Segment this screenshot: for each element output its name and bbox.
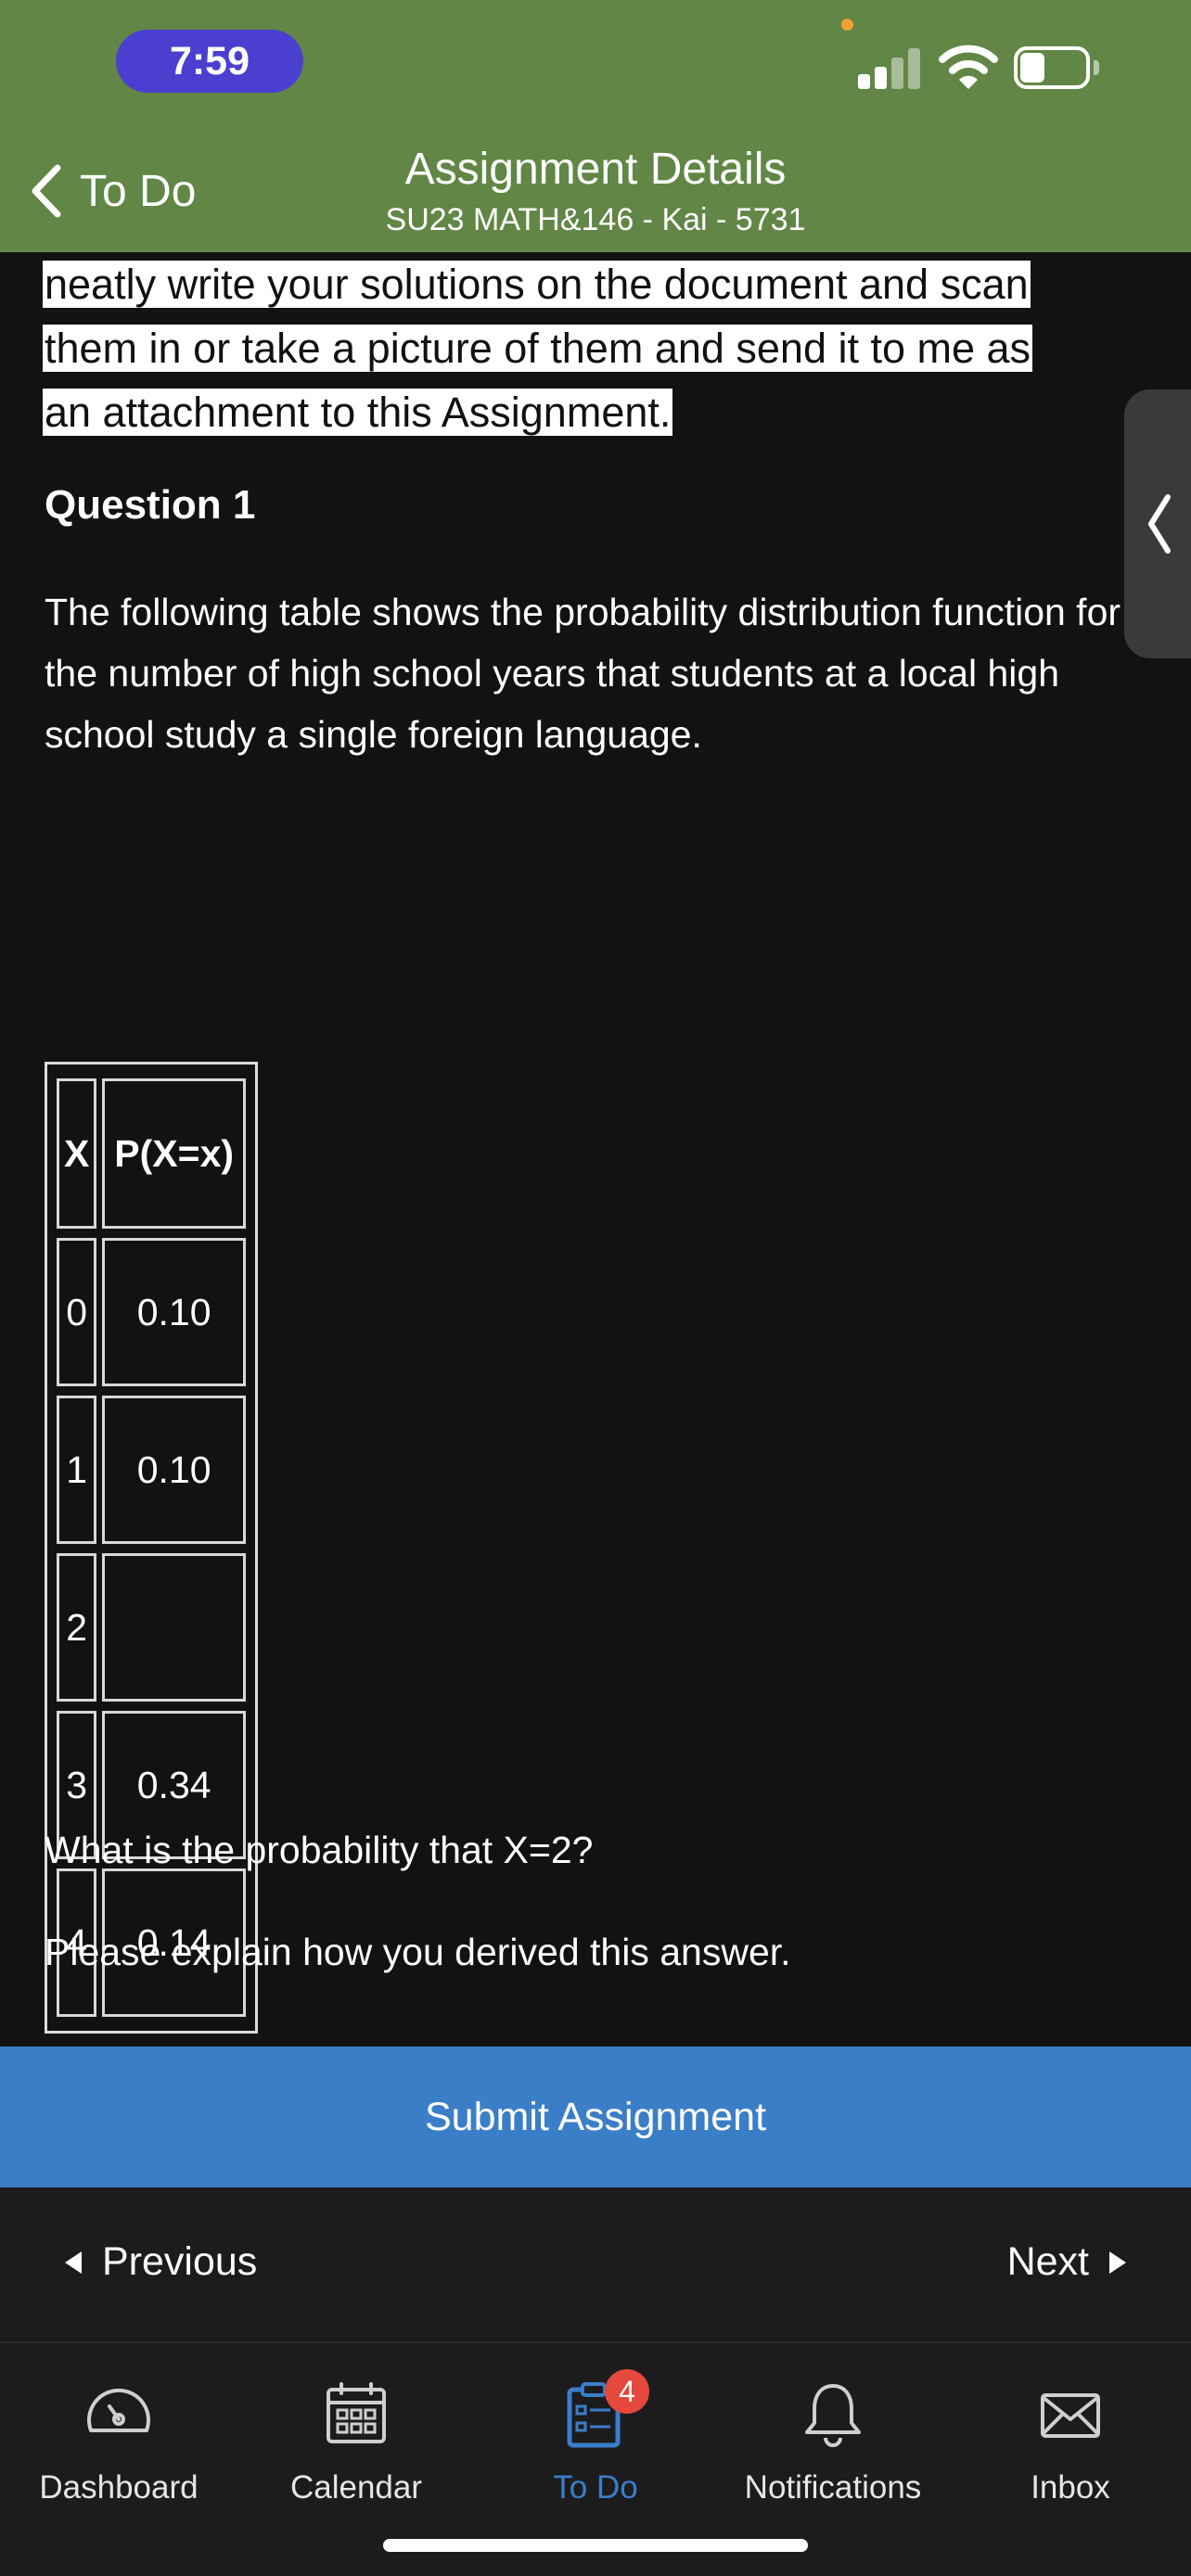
- table-cell-p: 0.10: [102, 1238, 246, 1386]
- tab-label: To Do: [553, 2469, 638, 2506]
- chevron-left-icon: [1148, 494, 1171, 554]
- tab-todo[interactable]: 4 To Do: [477, 2362, 714, 2510]
- app-header: 7:59 To Do Assignment Details SU23 MATH&…: [0, 0, 1191, 252]
- todo-count-badge: 4: [605, 2369, 649, 2414]
- page-title: Assignment Details: [404, 145, 787, 194]
- previous-label: Previous: [102, 2239, 258, 2284]
- answer-question: What is the probability that X=2?: [45, 1829, 594, 1871]
- table-header-p: P(X=x): [102, 1078, 246, 1229]
- side-drawer-handle[interactable]: [1124, 389, 1191, 658]
- tab-label: Notifications: [744, 2469, 922, 2506]
- tab-label: Inbox: [1031, 2469, 1110, 2506]
- clipboard-icon-wrap: 4: [558, 2369, 649, 2451]
- assignment-content[interactable]: neatly write your solutions on the docum…: [0, 252, 1191, 2047]
- previous-button[interactable]: Previous: [65, 2239, 257, 2285]
- highlighted-line: them in or take a picture of them and se…: [43, 325, 1033, 372]
- table-cell-p: 0.10: [102, 1396, 246, 1544]
- tab-notifications[interactable]: Notifications: [714, 2362, 952, 2510]
- triangle-left-icon: [65, 2251, 82, 2274]
- status-time: 7:59: [116, 30, 303, 93]
- table-header-x: X: [57, 1078, 97, 1229]
- bell-icon: [805, 2384, 861, 2447]
- submit-assignment-label: Submit Assignment: [424, 2094, 767, 2139]
- gauge-icon: [87, 2388, 150, 2432]
- highlighted-instructions: neatly write your solutions on the docum…: [43, 252, 1100, 444]
- probability-table: X P(X=x) 0 0.10 1 0.10 2 3 0.34 4 0.14: [45, 1062, 258, 2034]
- pager-bar: Previous Next: [0, 2187, 1191, 2343]
- tab-calendar[interactable]: Calendar: [237, 2362, 475, 2510]
- triangle-right-icon: [1109, 2251, 1126, 2274]
- table-row: 1 0.10: [57, 1396, 246, 1544]
- tab-label: Dashboard: [39, 2469, 198, 2506]
- table-row: 0 0.10: [57, 1238, 246, 1386]
- wifi-icon: [939, 45, 998, 89]
- table-header-row: X P(X=x): [57, 1078, 246, 1229]
- table-cell-p: [102, 1553, 246, 1702]
- calendar-icon: [327, 2382, 386, 2443]
- question-text: The following table shows the probabilit…: [45, 591, 1121, 756]
- explain-instruction: Please explain how you derived this answ…: [45, 1931, 791, 1973]
- highlighted-line: an attachment to this Assignment.: [43, 389, 673, 436]
- tab-label: Calendar: [289, 2469, 423, 2506]
- question-title: Question 1: [45, 482, 256, 528]
- course-subtitle: SU23 MATH&146 - Kai - 5731: [385, 202, 806, 237]
- table-row: 2: [57, 1553, 246, 1702]
- table-cell-x: 1: [57, 1396, 97, 1544]
- table-cell-x: 0: [57, 1238, 97, 1386]
- next-button[interactable]: Next: [1007, 2239, 1126, 2285]
- privacy-indicator-dot: [841, 19, 853, 31]
- cellular-signal-icon: [858, 48, 921, 89]
- tab-dashboard[interactable]: Dashboard: [0, 2362, 237, 2510]
- envelope-icon: [1041, 2393, 1100, 2438]
- battery-icon: [1014, 46, 1099, 89]
- highlighted-line: neatly write your solutions on the docum…: [43, 261, 1031, 308]
- submit-assignment-button[interactable]: Submit Assignment: [0, 2047, 1191, 2187]
- home-indicator[interactable]: [383, 2539, 808, 2552]
- table-cell-x: 2: [57, 1553, 97, 1702]
- tab-inbox[interactable]: Inbox: [952, 2362, 1189, 2510]
- next-label: Next: [1006, 2239, 1089, 2284]
